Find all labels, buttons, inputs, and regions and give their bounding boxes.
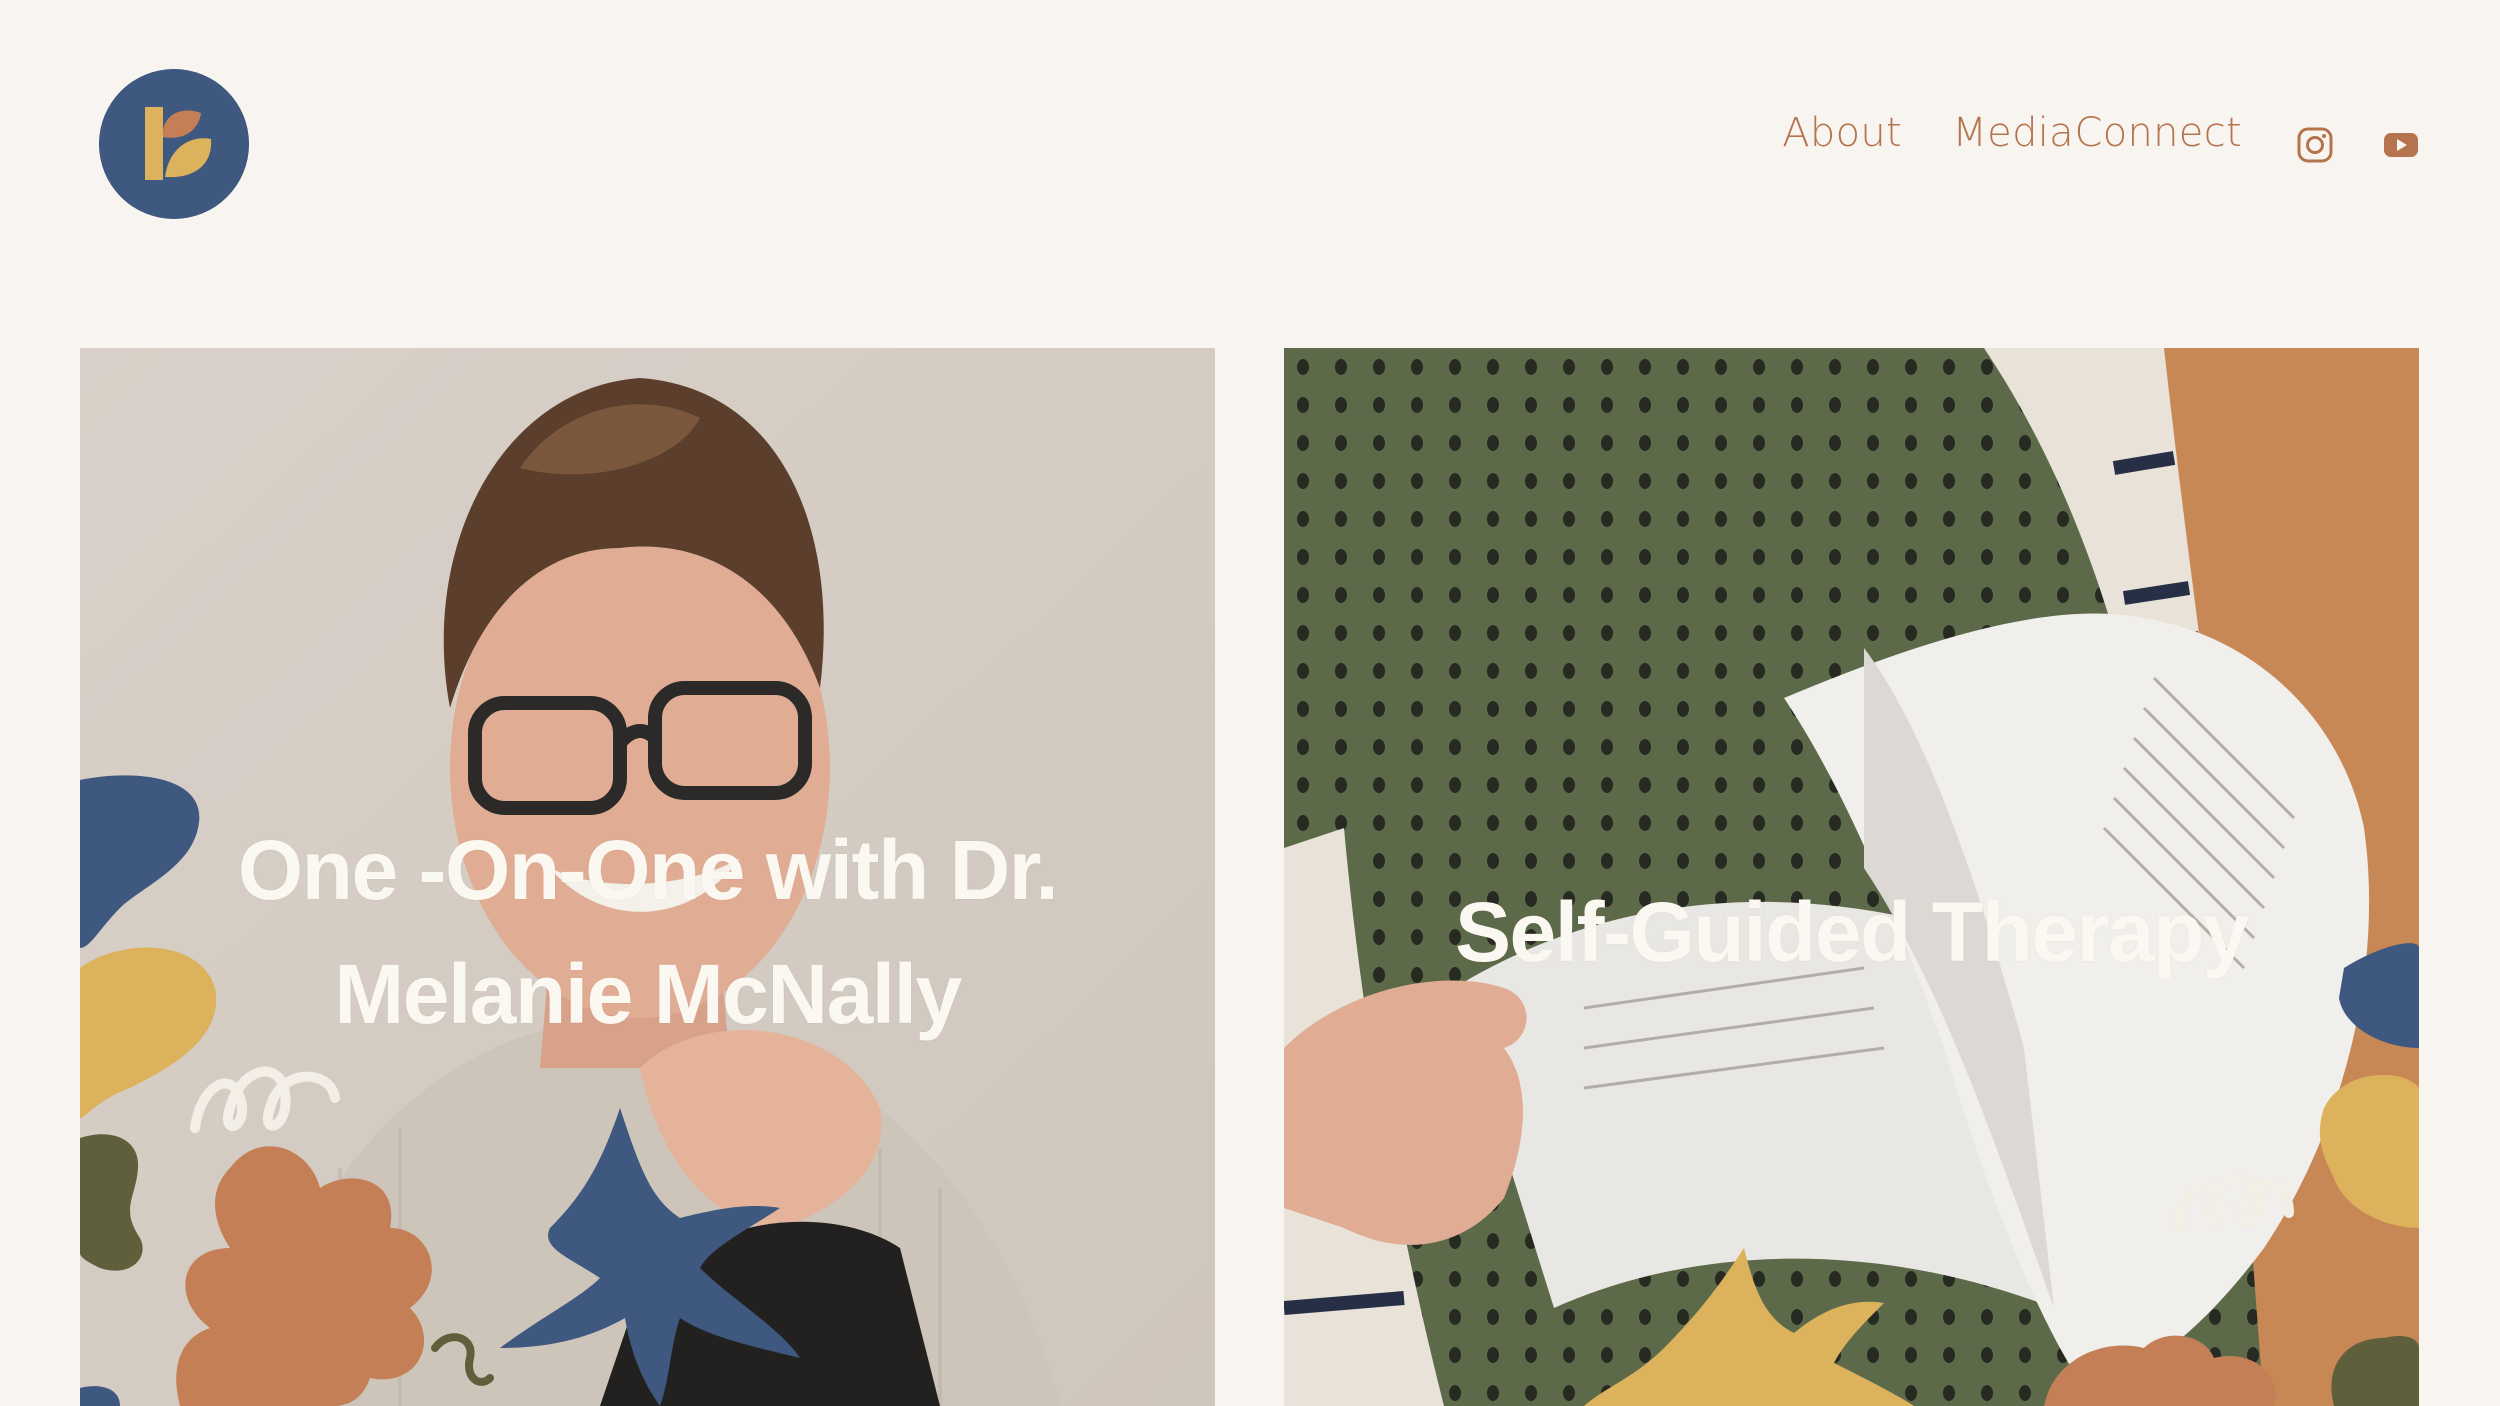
card-self-guided-therapy[interactable]: Self-Guided Therapy xyxy=(1284,348,2419,1406)
brand-logo[interactable] xyxy=(99,69,249,219)
logo-mark-icon xyxy=(99,69,249,219)
card-title-line-2: Melanie McNally xyxy=(334,947,962,1041)
nav-link-about[interactable]: About xyxy=(1782,110,1902,156)
youtube-icon[interactable] xyxy=(2381,125,2421,165)
site-header: About Media Connect xyxy=(0,0,2500,300)
card-one-on-one[interactable]: One -On-One with Dr. Melanie McNally xyxy=(80,348,1215,1406)
instagram-icon[interactable] xyxy=(2295,125,2335,165)
card-title: Self-Guided Therapy xyxy=(1455,885,2249,979)
card-title-line-1: One -On-One with Dr. xyxy=(237,823,1059,917)
nav-link-connect[interactable]: Connect xyxy=(2075,110,2243,156)
nav-link-media[interactable]: Media xyxy=(1952,110,2074,156)
